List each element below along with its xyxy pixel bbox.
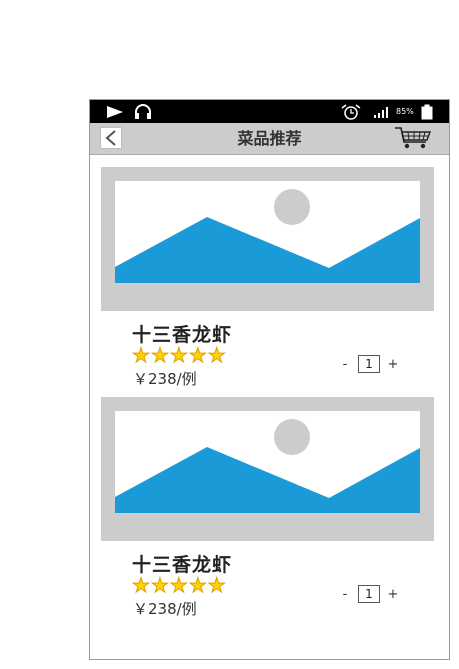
image-placeholder-icon <box>115 411 420 513</box>
cart-button[interactable] <box>393 125 433 151</box>
dish-image[interactable] <box>101 397 434 541</box>
quantity-stepper: - 1 + <box>338 355 400 373</box>
play-icon <box>106 100 124 123</box>
dish-price: ￥238/例 <box>133 600 197 618</box>
star-icon: ★ <box>207 573 226 597</box>
increase-button[interactable]: + <box>386 357 400 372</box>
battery-percent: 85% <box>396 107 414 116</box>
star-icon: ★ <box>188 343 207 367</box>
image-placeholder-icon <box>115 181 420 283</box>
signal-icon <box>373 100 391 123</box>
shopping-cart-icon <box>395 127 432 149</box>
star-icon: ★ <box>207 343 226 367</box>
nav-bar: 菜品推荐 <box>90 123 449 155</box>
quantity-stepper: - 1 + <box>338 585 400 603</box>
star-icon: ★ <box>132 343 151 367</box>
status-bar: 85% <box>90 100 449 123</box>
dish-image[interactable] <box>101 167 434 311</box>
phone-frame: 85% 菜品推荐 十三香龙虾 ★ ★ ★ ★ ★ ￥238/例 - 1 + 十三… <box>89 99 450 660</box>
quantity-field[interactable]: 1 <box>358 355 380 373</box>
battery-icon <box>421 100 433 123</box>
rating-stars: ★ ★ ★ ★ ★ <box>132 573 227 597</box>
star-icon: ★ <box>188 573 207 597</box>
headphones-icon <box>134 100 152 123</box>
star-icon: ★ <box>132 573 151 597</box>
star-icon: ★ <box>150 343 169 367</box>
star-icon: ★ <box>169 343 188 367</box>
alarm-clock-icon <box>341 100 361 123</box>
decrease-button[interactable]: - <box>338 587 352 602</box>
star-icon: ★ <box>150 573 169 597</box>
increase-button[interactable]: + <box>386 587 400 602</box>
rating-stars: ★ ★ ★ ★ ★ <box>132 343 227 367</box>
decrease-button[interactable]: - <box>338 357 352 372</box>
quantity-field[interactable]: 1 <box>358 585 380 603</box>
star-icon: ★ <box>169 573 188 597</box>
dish-price: ￥238/例 <box>133 370 197 388</box>
